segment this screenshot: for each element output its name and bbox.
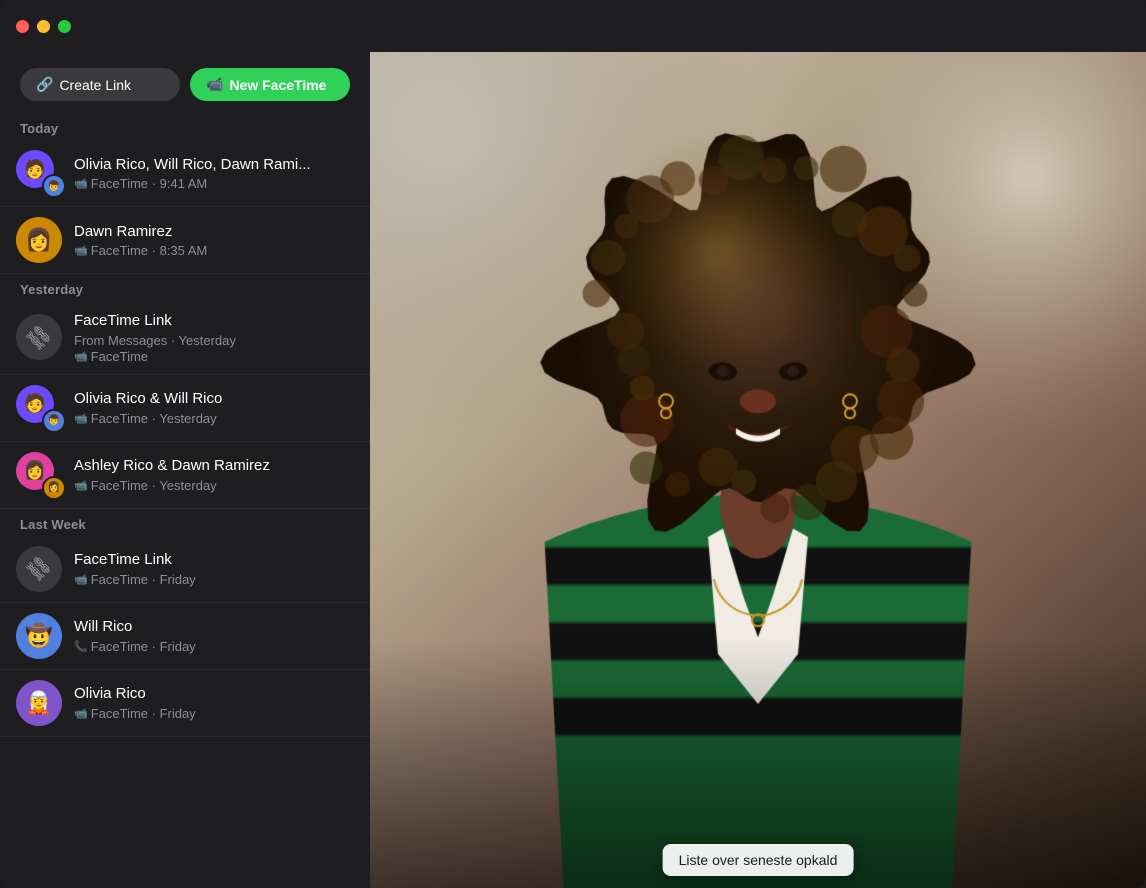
call-info: Olivia Rico 📹 FaceTime · Friday xyxy=(74,684,354,721)
call-list: Today 🧑 👦 Olivia Rico, Will Rico, Dawn R… xyxy=(0,113,370,888)
avatar: 🤠 xyxy=(16,613,62,659)
call-meta: 📹 FaceTime · Yesterday xyxy=(74,478,354,493)
avatar-link: ⛓ xyxy=(16,314,62,360)
call-time: FaceTime · 9:41 AM xyxy=(91,176,208,191)
video-icon: 📹 xyxy=(74,244,88,257)
link-icon: ⛓ xyxy=(21,551,57,587)
call-meta: 📹 FaceTime · Yesterday xyxy=(74,411,354,426)
list-item[interactable]: 🧑 👦 Olivia Rico & Will Rico 📹 FaceTime ·… xyxy=(0,375,370,442)
title-bar xyxy=(0,0,1146,52)
list-item[interactable]: ⛓ FaceTime Link From Messages · Yesterda… xyxy=(0,301,370,375)
video-icon: 📹 xyxy=(74,573,88,586)
facetime-window: 🔗 Create Link 📹 New FaceTime Today 🧑 xyxy=(0,0,1146,888)
facetime-photo-canvas xyxy=(370,52,1146,888)
call-info: FaceTime Link From Messages · Yesterday … xyxy=(74,311,354,364)
call-meta: From Messages · Yesterday xyxy=(74,333,354,348)
section-last-week: Last Week xyxy=(0,509,370,536)
list-item[interactable]: 👩 Dawn Ramirez 📹 FaceTime · 8:35 AM xyxy=(0,207,370,274)
call-meta: 📹 FaceTime · Friday xyxy=(74,572,354,587)
call-time: FaceTime · Friday xyxy=(91,639,196,654)
video-icon: 📹 xyxy=(74,479,88,492)
call-meta-line2: 📹 FaceTime xyxy=(74,349,354,364)
tooltip-text: Liste over seneste opkald xyxy=(679,852,838,868)
close-button[interactable] xyxy=(16,20,29,33)
section-today: Today xyxy=(0,113,370,140)
list-item[interactable]: 🧝 Olivia Rico 📹 FaceTime · Friday xyxy=(0,670,370,737)
video-icon: 📹 xyxy=(74,350,88,363)
avatar-group: 👩 👩 xyxy=(16,452,62,498)
call-meta: 📞 FaceTime · Friday xyxy=(74,639,354,654)
avatar: 👩 xyxy=(16,217,62,263)
call-meta: 📹 FaceTime · 8:35 AM xyxy=(74,243,354,258)
call-name: Will Rico xyxy=(74,617,354,637)
list-item[interactable]: 👩 👩 Ashley Rico & Dawn Ramirez 📹 FaceTim… xyxy=(0,442,370,509)
call-meta: 📹 FaceTime · Friday xyxy=(74,706,354,721)
tooltip-area: Liste over seneste opkald xyxy=(643,832,874,888)
call-time: FaceTime · Yesterday xyxy=(91,411,217,426)
link-icon: ⛓ xyxy=(21,319,57,355)
video-icon: 📹 xyxy=(74,707,88,720)
avatar-small: 👦 xyxy=(42,409,66,433)
new-facetime-button[interactable]: 📹 New FaceTime xyxy=(190,68,350,101)
call-info: Olivia Rico & Will Rico 📹 FaceTime · Yes… xyxy=(74,389,354,426)
avatar: 🧝 xyxy=(16,680,62,726)
list-item[interactable]: 🧑 👦 Olivia Rico, Will Rico, Dawn Rami...… xyxy=(0,140,370,207)
call-info: Will Rico 📞 FaceTime · Friday xyxy=(74,617,354,654)
video-camera-icon: 📹 xyxy=(206,76,223,93)
main-layout: 🔗 Create Link 📹 New FaceTime Today 🧑 xyxy=(0,52,1146,888)
section-yesterday: Yesterday xyxy=(0,274,370,301)
call-name: FaceTime Link xyxy=(74,311,354,331)
avatar-small: 👦 xyxy=(42,174,66,198)
call-meta: 📹 FaceTime · 9:41 AM xyxy=(74,176,354,191)
list-item[interactable]: ⛓ FaceTime Link 📹 FaceTime · Friday xyxy=(0,536,370,603)
call-info: FaceTime Link 📹 FaceTime · Friday xyxy=(74,550,354,587)
phone-icon: 📞 xyxy=(74,640,88,653)
call-time: FaceTime · Yesterday xyxy=(91,478,217,493)
call-name: Dawn Ramirez xyxy=(74,222,354,242)
call-name: Olivia Rico & Will Rico xyxy=(74,389,354,409)
call-info: Olivia Rico, Will Rico, Dawn Rami... 📹 F… xyxy=(74,155,354,192)
call-time: FaceTime · Friday xyxy=(91,572,196,587)
link-icon: 🔗 xyxy=(36,76,53,93)
minimize-button[interactable] xyxy=(37,20,50,33)
call-time: FaceTime · Friday xyxy=(91,706,196,721)
call-info: Dawn Ramirez 📹 FaceTime · 8:35 AM xyxy=(74,222,354,259)
avatar-link: ⛓ xyxy=(16,546,62,592)
create-link-label: Create Link xyxy=(59,77,131,93)
avatar-small: 👩 xyxy=(42,476,66,500)
new-facetime-label: New FaceTime xyxy=(229,77,326,93)
call-type: FaceTime xyxy=(91,349,148,364)
sidebar: 🔗 Create Link 📹 New FaceTime Today 🧑 xyxy=(0,52,370,888)
list-item[interactable]: 🤠 Will Rico 📞 FaceTime · Friday xyxy=(0,603,370,670)
call-name: Olivia Rico xyxy=(74,684,354,704)
traffic-lights xyxy=(16,20,71,33)
sidebar-header: 🔗 Create Link 📹 New FaceTime xyxy=(0,52,370,113)
source-text: From Messages · Yesterday xyxy=(74,333,236,348)
tooltip-box: Liste over seneste opkald xyxy=(663,844,854,876)
right-panel: Liste over seneste opkald xyxy=(370,52,1146,888)
video-icon: 📹 xyxy=(74,177,88,190)
call-name: Olivia Rico, Will Rico, Dawn Rami... xyxy=(74,155,354,175)
call-name: Ashley Rico & Dawn Ramirez xyxy=(74,456,354,476)
avatar-group: 🧑 👦 xyxy=(16,150,62,196)
avatar-group: 🧑 👦 xyxy=(16,385,62,431)
video-icon: 📹 xyxy=(74,412,88,425)
call-info: Ashley Rico & Dawn Ramirez 📹 FaceTime · … xyxy=(74,456,354,493)
call-name: FaceTime Link xyxy=(74,550,354,570)
call-time: FaceTime · 8:35 AM xyxy=(91,243,208,258)
create-link-button[interactable]: 🔗 Create Link xyxy=(20,68,180,101)
maximize-button[interactable] xyxy=(58,20,71,33)
